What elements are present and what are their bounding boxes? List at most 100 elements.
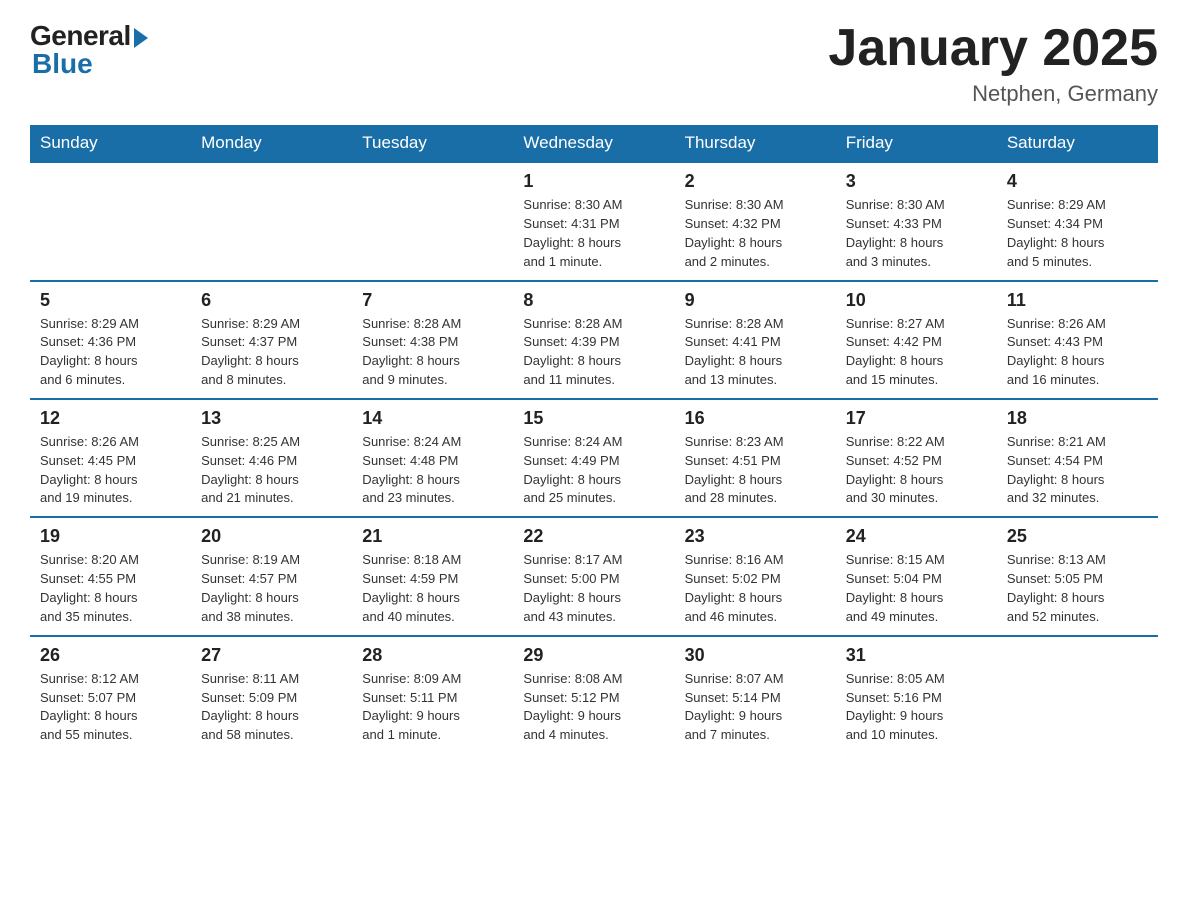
day-info: Sunrise: 8:30 AMSunset: 4:33 PMDaylight:… (846, 196, 987, 271)
logo: General Blue (30, 20, 148, 80)
day-number: 5 (40, 290, 181, 311)
day-info: Sunrise: 8:18 AMSunset: 4:59 PMDaylight:… (362, 551, 503, 626)
day-number: 19 (40, 526, 181, 547)
calendar-cell: 20 Sunrise: 8:19 AMSunset: 4:57 PMDayligh… (191, 517, 352, 635)
day-info: Sunrise: 8:08 AMSunset: 5:12 PMDaylight:… (523, 670, 664, 745)
calendar-cell: 4Sunrise: 8:29 AMSunset: 4:34 PMDaylight… (997, 162, 1158, 280)
day-info: Sunrise: 8:13 AMSunset: 5:05 PMDaylight:… (1007, 551, 1148, 626)
week-row-3: 12Sunrise: 8:26 AMSunset: 4:45 PMDayligh… (30, 399, 1158, 517)
calendar-cell: 18 Sunrise: 8:21 AMSunset: 4:54 PMDayligh… (997, 399, 1158, 517)
calendar-cell: 26Sunrise: 8:12 AMSunset: 5:07 PMDayligh… (30, 636, 191, 753)
calendar-cell (997, 636, 1158, 753)
calendar-cell (30, 162, 191, 280)
calendar-cell: 1Sunrise: 8:30 AMSunset: 4:31 PMDaylight… (513, 162, 674, 280)
week-row-1: 1Sunrise: 8:30 AMSunset: 4:31 PMDaylight… (30, 162, 1158, 280)
calendar-cell: 22 Sunrise: 8:17 AMSunset: 5:00 PMDayligh… (513, 517, 674, 635)
day-info: Sunrise: 8:24 AMSunset: 4:48 PMDaylight:… (362, 433, 503, 508)
day-info: Sunrise: 8:24 AMSunset: 4:49 PMDaylight:… (523, 433, 664, 508)
day-number: 22 (523, 526, 664, 547)
day-number: 8 (523, 290, 664, 311)
calendar-cell: 25 Sunrise: 8:13 AMSunset: 5:05 PMDayligh… (997, 517, 1158, 635)
day-number: 29 (523, 645, 664, 666)
day-info: Sunrise: 8:28 AMSunset: 4:39 PMDaylight:… (523, 315, 664, 390)
day-info: Sunrise: 8:16 AMSunset: 5:02 PMDaylight:… (685, 551, 826, 626)
day-number: 1 (523, 171, 664, 192)
day-info: Sunrise: 8:11 AMSunset: 5:09 PMDaylight:… (201, 670, 342, 745)
day-number: 6 (201, 290, 342, 311)
day-info: Sunrise: 8:29 AMSunset: 4:36 PMDaylight:… (40, 315, 181, 390)
calendar-cell: 27Sunrise: 8:11 AMSunset: 5:09 PMDayligh… (191, 636, 352, 753)
location-title: Netphen, Germany (828, 81, 1158, 107)
calendar-cell: 23 Sunrise: 8:16 AMSunset: 5:02 PMDayligh… (675, 517, 836, 635)
weekday-header-saturday: Saturday (997, 125, 1158, 162)
weekday-header-friday: Friday (836, 125, 997, 162)
day-info: Sunrise: 8:29 AMSunset: 4:37 PMDaylight:… (201, 315, 342, 390)
day-number: 3 (846, 171, 987, 192)
day-info: Sunrise: 8:19 AMSunset: 4:57 PMDaylight:… (201, 551, 342, 626)
day-info: Sunrise: 8:25 AMSunset: 4:46 PMDaylight:… (201, 433, 342, 508)
day-number: 30 (685, 645, 826, 666)
day-number: 7 (362, 290, 503, 311)
day-number: 14 (362, 408, 503, 429)
calendar-table: SundayMondayTuesdayWednesdayThursdayFrid… (30, 125, 1158, 753)
day-number: 23 (685, 526, 826, 547)
weekday-header-wednesday: Wednesday (513, 125, 674, 162)
day-info: Sunrise: 8:26 AMSunset: 4:43 PMDaylight:… (1007, 315, 1148, 390)
calendar-cell: 21 Sunrise: 8:18 AMSunset: 4:59 PMDayligh… (352, 517, 513, 635)
calendar-cell (191, 162, 352, 280)
day-info: Sunrise: 8:21 AMSunset: 4:54 PMDaylight:… (1007, 433, 1148, 508)
calendar-cell: 15Sunrise: 8:24 AMSunset: 4:49 PMDayligh… (513, 399, 674, 517)
day-number: 28 (362, 645, 503, 666)
calendar-cell: 30Sunrise: 8:07 AMSunset: 5:14 PMDayligh… (675, 636, 836, 753)
calendar-cell: 12Sunrise: 8:26 AMSunset: 4:45 PMDayligh… (30, 399, 191, 517)
month-title: January 2025 (828, 20, 1158, 77)
day-info: Sunrise: 8:17 AMSunset: 5:00 PMDaylight:… (523, 551, 664, 626)
calendar-cell: 17 Sunrise: 8:22 AMSunset: 4:52 PMDayligh… (836, 399, 997, 517)
day-info: Sunrise: 8:09 AMSunset: 5:11 PMDaylight:… (362, 670, 503, 745)
week-row-5: 26Sunrise: 8:12 AMSunset: 5:07 PMDayligh… (30, 636, 1158, 753)
weekday-header-tuesday: Tuesday (352, 125, 513, 162)
calendar-cell: 7 Sunrise: 8:28 AMSunset: 4:38 PMDaylight… (352, 281, 513, 399)
calendar-cell: 16Sunrise: 8:23 AMSunset: 4:51 PMDayligh… (675, 399, 836, 517)
day-number: 25 (1007, 526, 1148, 547)
day-number: 10 (846, 290, 987, 311)
day-number: 2 (685, 171, 826, 192)
day-number: 13 (201, 408, 342, 429)
calendar-cell: 24Sunrise: 8:15 AMSunset: 5:04 PMDayligh… (836, 517, 997, 635)
day-number: 17 (846, 408, 987, 429)
calendar-cell: 31 Sunrise: 8:05 AMSunset: 5:16 PMDayligh… (836, 636, 997, 753)
day-info: Sunrise: 8:28 AMSunset: 4:38 PMDaylight:… (362, 315, 503, 390)
day-info: Sunrise: 8:23 AMSunset: 4:51 PMDaylight:… (685, 433, 826, 508)
day-info: Sunrise: 8:28 AMSunset: 4:41 PMDaylight:… (685, 315, 826, 390)
calendar-cell: 11 Sunrise: 8:26 AMSunset: 4:43 PMDayligh… (997, 281, 1158, 399)
day-info: Sunrise: 8:12 AMSunset: 5:07 PMDaylight:… (40, 670, 181, 745)
calendar-cell: 29 Sunrise: 8:08 AMSunset: 5:12 PMDayligh… (513, 636, 674, 753)
weekday-header-sunday: Sunday (30, 125, 191, 162)
day-number: 20 (201, 526, 342, 547)
calendar-cell: 13 Sunrise: 8:25 AMSunset: 4:46 PMDayligh… (191, 399, 352, 517)
page-header: General Blue January 2025 Netphen, Germa… (30, 20, 1158, 107)
logo-arrow-icon (134, 28, 148, 48)
day-info: Sunrise: 8:20 AMSunset: 4:55 PMDaylight:… (40, 551, 181, 626)
weekday-header-row: SundayMondayTuesdayWednesdayThursdayFrid… (30, 125, 1158, 162)
day-number: 31 (846, 645, 987, 666)
calendar-cell: 5 Sunrise: 8:29 AMSunset: 4:36 PMDaylight… (30, 281, 191, 399)
calendar-cell: 10Sunrise: 8:27 AMSunset: 4:42 PMDayligh… (836, 281, 997, 399)
day-number: 4 (1007, 171, 1148, 192)
week-row-4: 19 Sunrise: 8:20 AMSunset: 4:55 PMDayligh… (30, 517, 1158, 635)
calendar-cell: 9 Sunrise: 8:28 AMSunset: 4:41 PMDaylight… (675, 281, 836, 399)
day-number: 9 (685, 290, 826, 311)
day-number: 21 (362, 526, 503, 547)
calendar-cell: 28 Sunrise: 8:09 AMSunset: 5:11 PMDayligh… (352, 636, 513, 753)
day-number: 12 (40, 408, 181, 429)
day-number: 18 (1007, 408, 1148, 429)
day-number: 11 (1007, 290, 1148, 311)
day-info: Sunrise: 8:22 AMSunset: 4:52 PMDaylight:… (846, 433, 987, 508)
day-number: 24 (846, 526, 987, 547)
calendar-cell: 19 Sunrise: 8:20 AMSunset: 4:55 PMDayligh… (30, 517, 191, 635)
day-info: Sunrise: 8:05 AMSunset: 5:16 PMDaylight:… (846, 670, 987, 745)
calendar-cell: 3 Sunrise: 8:30 AMSunset: 4:33 PMDaylight… (836, 162, 997, 280)
weekday-header-thursday: Thursday (675, 125, 836, 162)
calendar-cell: 8 Sunrise: 8:28 AMSunset: 4:39 PMDaylight… (513, 281, 674, 399)
calendar-cell: 14 Sunrise: 8:24 AMSunset: 4:48 PMDayligh… (352, 399, 513, 517)
